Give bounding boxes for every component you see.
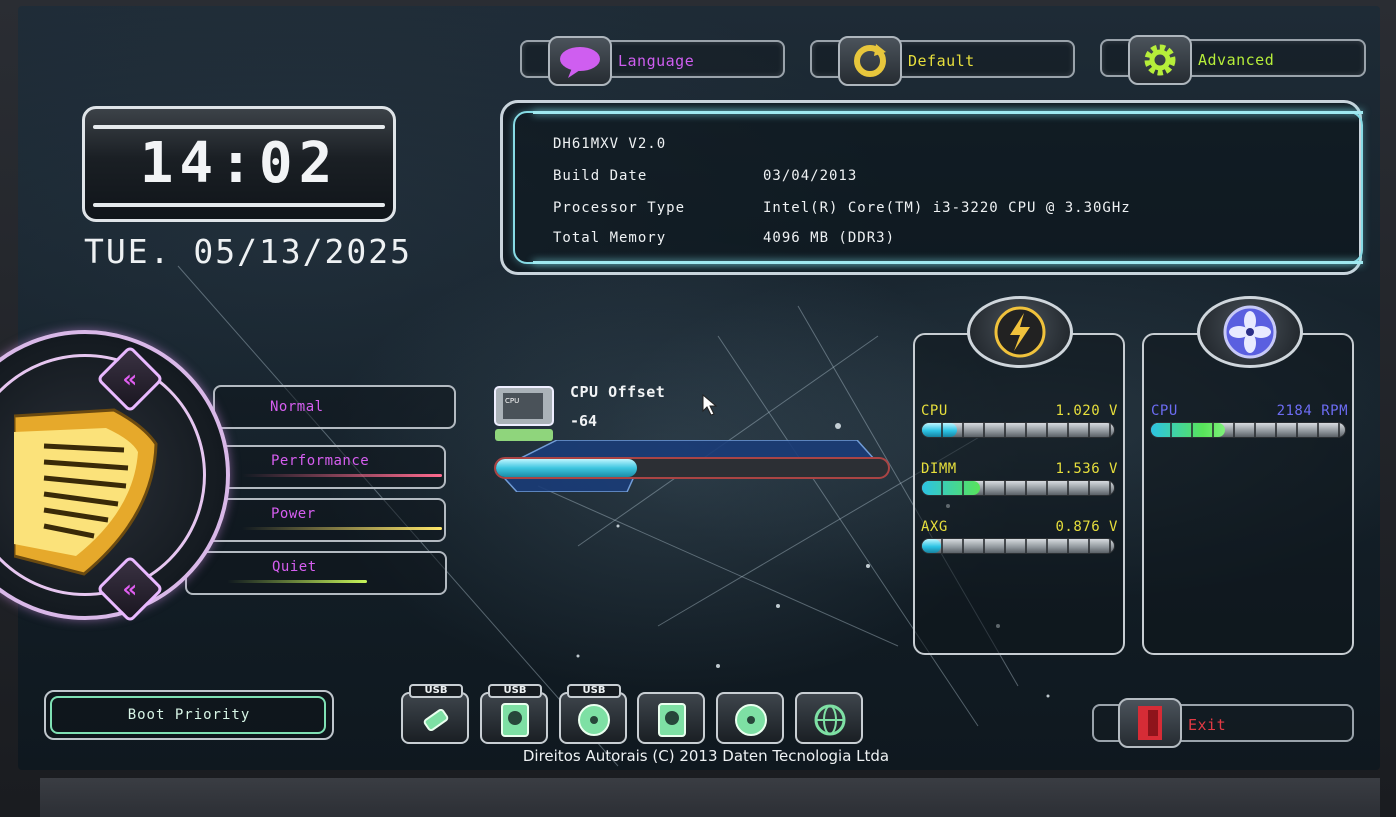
cdrom-icon: [735, 704, 767, 736]
speech-bubble-icon: [548, 36, 612, 86]
exit-button[interactable]: Exit: [1092, 698, 1354, 748]
cpu-offset-slider[interactable]: [494, 457, 890, 479]
usb-flash-icon: [423, 708, 449, 732]
cpu-offset-fill: [496, 459, 638, 477]
default-label: Default: [908, 52, 975, 70]
voltage-axg-value: 0.876 V: [1055, 519, 1118, 535]
gear-icon: [1128, 35, 1192, 85]
boot-device-cdrom[interactable]: [716, 692, 784, 744]
voltage-cpu-gauge: [921, 422, 1115, 438]
voltage-cpu-value: 1.020 V: [1055, 403, 1118, 419]
reset-arrow-icon: [838, 36, 902, 86]
mode-quiet[interactable]: Quiet: [185, 551, 447, 595]
system-info-panel: DH61MXV V2.0 Build Date 03/04/2013 Proces…: [500, 100, 1363, 275]
mode-performance[interactable]: Performance: [200, 445, 446, 489]
network-icon: [814, 704, 846, 736]
monitor-stand: [40, 778, 1380, 817]
advanced-button[interactable]: Advanced: [1100, 35, 1366, 85]
voltage-cpu-label: CPU: [921, 403, 948, 419]
chevron-up-icon: «: [122, 365, 138, 393]
voltage-dimm-gauge: [921, 480, 1115, 496]
clock-display: 14:02: [82, 106, 396, 222]
fan-cpu-label: CPU: [1151, 403, 1178, 419]
voltage-axg-label: AXG: [921, 519, 948, 535]
hdd-icon: [658, 703, 686, 737]
cpu-offset-value: -64: [570, 412, 598, 430]
usb-cdrom-icon: [578, 704, 610, 736]
clock-time: 14:02: [139, 131, 339, 196]
boot-device-hdd[interactable]: [637, 692, 705, 744]
info-row-build-date: Build Date 03/04/2013: [553, 168, 858, 184]
boot-priority-button[interactable]: Boot Priority: [44, 690, 334, 740]
voltage-dimm-value: 1.536 V: [1055, 461, 1118, 477]
board-model: DH61MXV V2.0: [553, 136, 667, 152]
shield-icon: [14, 408, 158, 576]
copyright-text: Direitos Autorais (C) 2013 Daten Tecnolo…: [522, 747, 890, 765]
voltage-dimm-label: DIMM: [921, 461, 957, 477]
svg-text:CPU: CPU: [505, 397, 519, 405]
info-row-memory: Total Memory 4096 MB (DDR3): [553, 230, 896, 246]
boot-device-usb-hdd[interactable]: USB: [480, 684, 548, 744]
exit-door-icon: [1118, 698, 1182, 748]
cpu-chip-icon: CPU: [494, 386, 554, 441]
voltage-axg-gauge: [921, 538, 1115, 554]
clock-date: TUE. 05/13/2025: [84, 232, 413, 271]
fan-panel: [1142, 333, 1354, 655]
advanced-label: Advanced: [1198, 51, 1275, 69]
lightning-bolt-icon: [967, 296, 1073, 368]
fan-cpu-value: 2184 RPM: [1276, 403, 1348, 419]
info-row-processor: Processor Type Intel(R) Core(TM) i3-3220 …: [553, 200, 1131, 216]
language-label: Language: [618, 52, 695, 70]
fan-icon: [1197, 296, 1303, 368]
mode-power[interactable]: Power: [200, 498, 446, 542]
usb-hdd-icon: [501, 703, 529, 737]
language-button[interactable]: Language: [520, 36, 785, 86]
fan-cpu-gauge: [1150, 422, 1346, 438]
boot-device-usb-cdrom[interactable]: USB: [559, 684, 627, 744]
cpu-offset-label: CPU Offset: [570, 383, 666, 401]
boot-device-usb-flash[interactable]: USB: [401, 684, 469, 744]
chevron-down-icon: «: [122, 575, 138, 603]
mouse-cursor-icon: [702, 394, 718, 416]
mode-normal[interactable]: Normal: [213, 385, 456, 429]
boot-device-network[interactable]: [795, 692, 863, 744]
default-button[interactable]: Default: [810, 36, 1075, 86]
